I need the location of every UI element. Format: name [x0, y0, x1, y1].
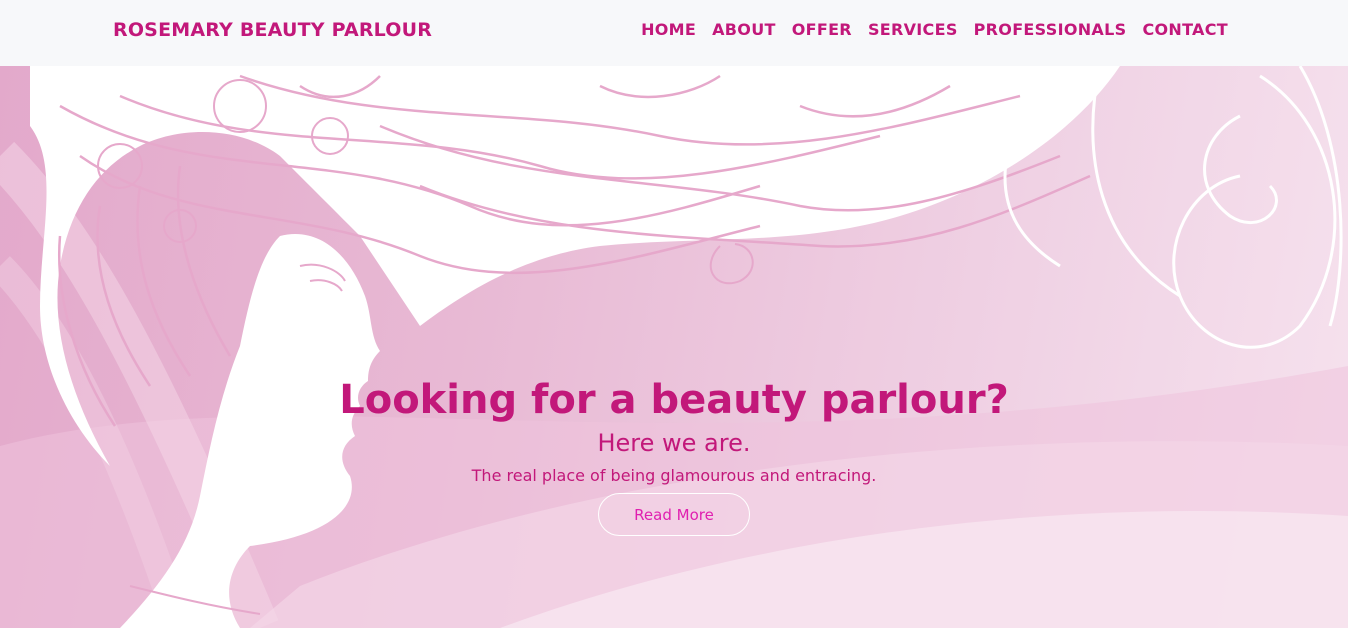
- read-more-button[interactable]: Read More: [598, 493, 750, 536]
- hero-background-illustration: [0, 66, 1348, 628]
- nav-link-offer[interactable]: OFFER: [792, 20, 852, 39]
- brand-logo-link[interactable]: ROSEMARY BEAUTY PARLOUR: [113, 19, 432, 41]
- hero-subtitle: Here we are.: [597, 429, 751, 457]
- nav-link-about[interactable]: ABOUT: [712, 20, 776, 39]
- nav-link-professionals[interactable]: PROFESSIONALS: [974, 20, 1127, 39]
- nav-link-services[interactable]: SERVICES: [868, 20, 958, 39]
- page: ROSEMARY BEAUTY PARLOUR HOME ABOUT OFFER…: [0, 0, 1348, 628]
- hero-title: Looking for a beauty parlour?: [339, 377, 1009, 423]
- nav-menu: HOME ABOUT OFFER SERVICES PROFESSIONALS …: [641, 20, 1228, 39]
- hero-tagline: The real place of being glamourous and e…: [471, 466, 877, 485]
- hero-content: Looking for a beauty parlour? Here we ar…: [0, 374, 1348, 536]
- nav-link-home[interactable]: HOME: [641, 20, 696, 39]
- nav-link-contact[interactable]: CONTACT: [1142, 20, 1228, 39]
- hero-section: Looking for a beauty parlour? Here we ar…: [0, 66, 1348, 628]
- navbar: ROSEMARY BEAUTY PARLOUR HOME ABOUT OFFER…: [0, 0, 1348, 66]
